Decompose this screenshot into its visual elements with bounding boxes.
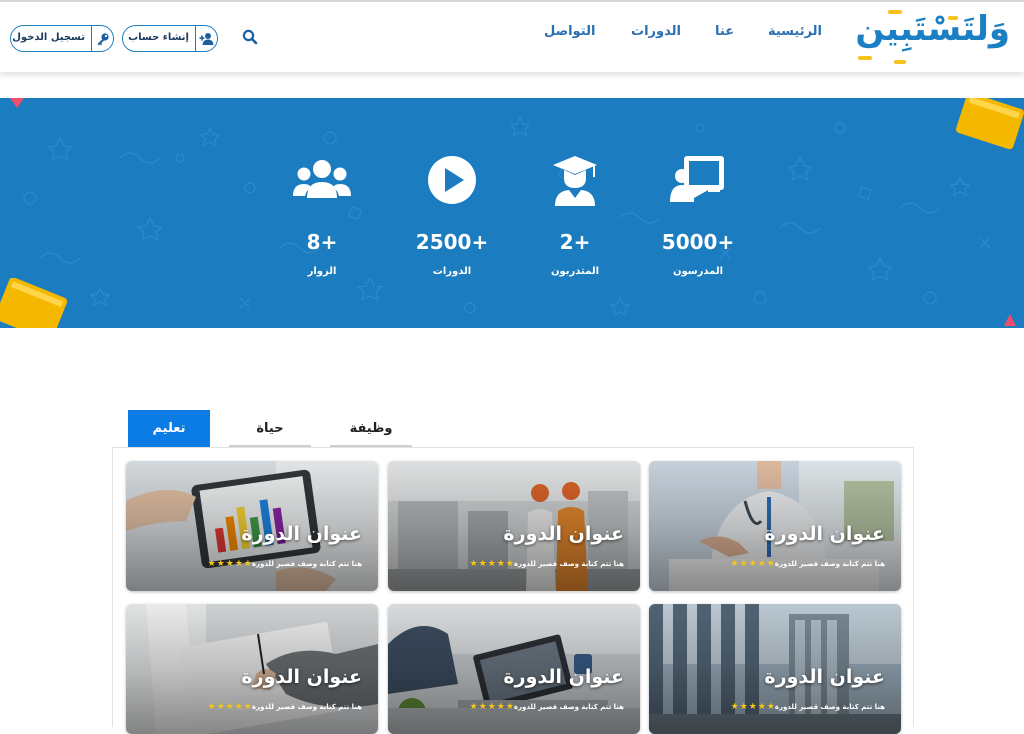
logo-text: وَلتَسْتَبِين xyxy=(855,9,1011,49)
login-button[interactable]: تسجيل الدخول xyxy=(10,25,114,52)
star-icon: ★ xyxy=(730,702,739,712)
rating-stars: ★ ★ ★ ★ ★ xyxy=(731,559,775,569)
star-icon: ★ xyxy=(487,559,496,569)
play-circle-icon xyxy=(428,156,476,204)
stat-label: الدورات xyxy=(432,266,472,277)
stat-label: المدرسون xyxy=(672,266,724,277)
pencil-decoration-icon xyxy=(10,98,24,108)
course-card[interactable]: عنوان الدورة هنا تتم كتابة وصف قصير للدو… xyxy=(126,461,378,591)
star-icon: ★ xyxy=(739,702,748,712)
star-icon: ★ xyxy=(505,702,514,712)
course-description: هنا تتم كتابة وصف قصير للدورة xyxy=(774,703,885,711)
course-title: عنوان الدورة xyxy=(503,523,624,545)
rating-stars: ★ ★ ★ ★ ★ xyxy=(470,559,514,569)
course-title: عنوان الدورة xyxy=(764,666,885,688)
users-group-icon xyxy=(293,160,351,198)
nav-home[interactable]: الرئيسية xyxy=(768,24,822,46)
tab-life[interactable]: حياة xyxy=(229,410,311,447)
stat-value: 8+ xyxy=(306,230,338,254)
star-icon: ★ xyxy=(243,559,252,569)
course-title: عنوان الدورة xyxy=(241,666,362,688)
course-title: عنوان الدورة xyxy=(764,523,885,545)
course-description: هنا تتم كتابة وصف قصير للدورة xyxy=(513,560,624,568)
star-icon: ★ xyxy=(478,559,487,569)
star-icon: ★ xyxy=(757,702,766,712)
star-icon: ★ xyxy=(469,559,478,569)
course-card[interactable]: عنوان الدورة هنا تتم كتابة وصف قصير للدو… xyxy=(649,604,901,734)
course-card[interactable]: عنوان الدورة هنا تتم كتابة وصف قصير للدو… xyxy=(388,604,640,734)
teacher-board-icon xyxy=(670,156,724,202)
logo-accent xyxy=(948,16,958,20)
tab-job[interactable]: وظيفة xyxy=(330,410,412,447)
course-card[interactable]: عنوان الدورة هنا تتم كتابة وصف قصير للدو… xyxy=(649,461,901,591)
course-card[interactable]: عنوان الدورة هنا تتم كتابة وصف قصير للدو… xyxy=(126,604,378,734)
banner-pattern xyxy=(23,116,991,317)
star-icon: ★ xyxy=(207,702,216,712)
course-description: هنا تتم كتابة وصف قصير للدورة xyxy=(251,703,362,711)
star-icon: ★ xyxy=(757,559,766,569)
nav-about[interactable]: عنا xyxy=(715,24,734,46)
course-description: هنا تتم كتابة وصف قصير للدورة xyxy=(251,560,362,568)
stat-value: 5000+ xyxy=(661,230,735,254)
star-icon: ★ xyxy=(469,702,478,712)
key-icon xyxy=(91,26,113,51)
star-icon: ★ xyxy=(496,559,505,569)
course-title: عنوان الدورة xyxy=(241,523,362,545)
rating-stars: ★ ★ ★ ★ ★ xyxy=(470,702,514,712)
course-description: هنا تتم كتابة وصف قصير للدورة xyxy=(513,703,624,711)
star-icon: ★ xyxy=(216,702,225,712)
nav-courses[interactable]: الدورات xyxy=(631,24,681,46)
stat-label: الزوار xyxy=(307,266,337,277)
star-icon: ★ xyxy=(766,702,775,712)
rating-stars: ★ ★ ★ ★ ★ xyxy=(208,702,252,712)
star-icon: ★ xyxy=(234,559,243,569)
rating-stars: ★ ★ ★ ★ ★ xyxy=(208,559,252,569)
book-decoration-icon xyxy=(956,98,1024,150)
tab-education[interactable]: تعليم xyxy=(128,410,210,447)
course-card[interactable]: عنوان الدورة هنا تتم كتابة وصف قصير للدو… xyxy=(388,461,640,591)
pencil-decoration-icon xyxy=(1004,314,1016,326)
login-label: تسجيل الدخول xyxy=(12,32,85,43)
star-icon: ★ xyxy=(496,702,505,712)
site-logo[interactable]: وَلتَسْتَبِين xyxy=(848,6,1018,70)
register-label: إنشاء حساب xyxy=(128,32,189,43)
star-icon: ★ xyxy=(243,702,252,712)
site-header: وَلتَسْتَبِين الرئيسية عنا الدورات التوا… xyxy=(0,2,1024,72)
star-icon: ★ xyxy=(748,702,757,712)
logo-accent xyxy=(894,60,906,64)
stat-value: 2500+ xyxy=(415,230,489,254)
star-icon: ★ xyxy=(207,559,216,569)
search-icon[interactable] xyxy=(241,28,259,46)
stats-banner: 5000+ المدرسون 2+ المتدربون 2500+ الدورا… xyxy=(0,98,1024,328)
register-button[interactable]: إنشاء حساب xyxy=(122,25,218,52)
rating-stars: ★ ★ ★ ★ ★ xyxy=(731,702,775,712)
graduate-icon xyxy=(553,156,597,206)
add-user-icon xyxy=(195,26,217,51)
star-icon: ★ xyxy=(487,702,496,712)
stat-label: المتدربون xyxy=(550,266,600,277)
star-icon: ★ xyxy=(766,559,775,569)
star-icon: ★ xyxy=(748,559,757,569)
course-title: عنوان الدورة xyxy=(503,666,624,688)
logo-accent xyxy=(888,10,902,14)
course-description: هنا تتم كتابة وصف قصير للدورة xyxy=(774,560,885,568)
star-icon: ★ xyxy=(216,559,225,569)
star-icon: ★ xyxy=(739,559,748,569)
stat-value: 2+ xyxy=(559,230,591,254)
logo-accent xyxy=(858,56,872,60)
book-decoration-icon xyxy=(0,278,68,328)
star-icon: ★ xyxy=(730,559,739,569)
star-icon: ★ xyxy=(234,702,243,712)
nav-contact[interactable]: التواصل xyxy=(544,24,595,46)
star-icon: ★ xyxy=(505,559,514,569)
star-icon: ★ xyxy=(478,702,487,712)
star-icon: ★ xyxy=(225,702,234,712)
star-icon: ★ xyxy=(225,559,234,569)
